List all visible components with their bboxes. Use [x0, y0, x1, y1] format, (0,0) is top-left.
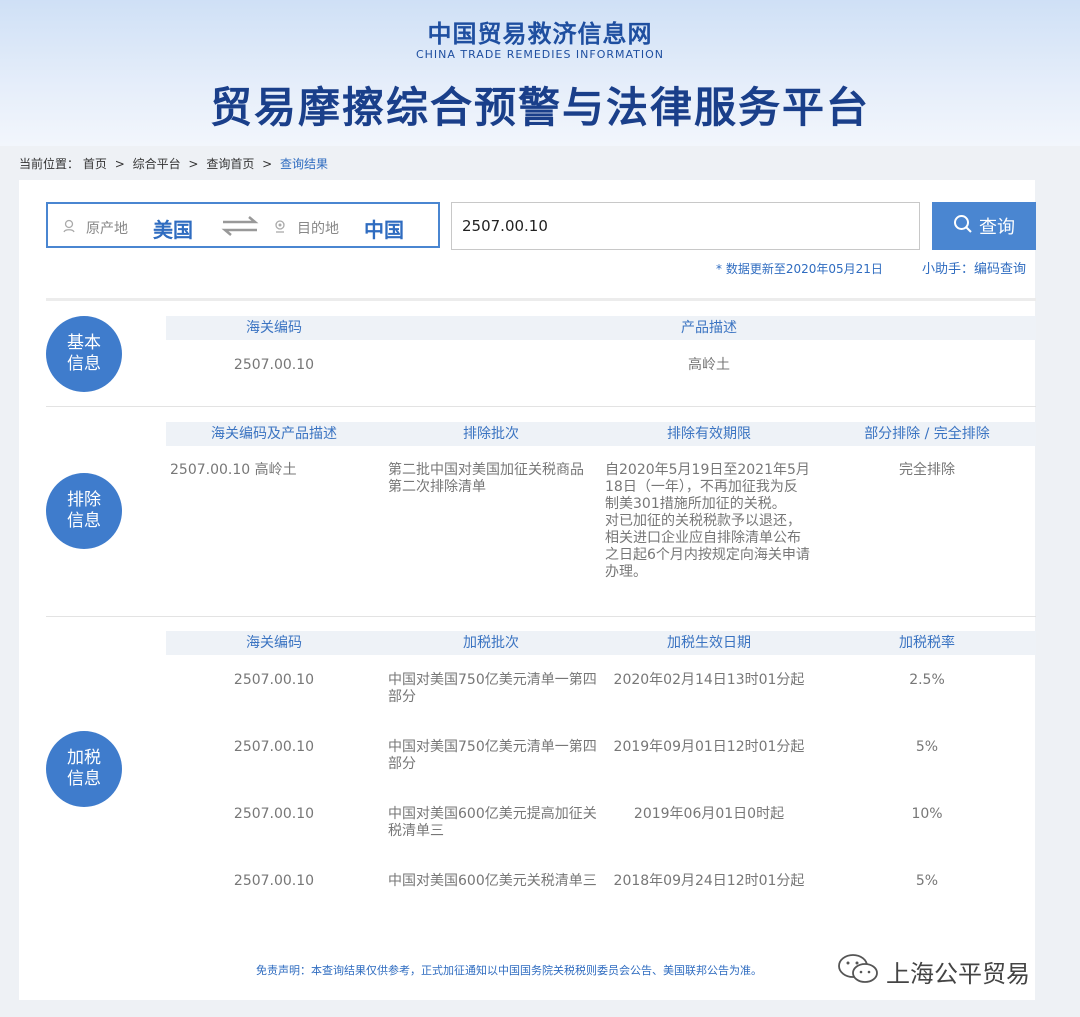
- breadcrumb: 当前位置： 首页 > 综合平台 > 查询首页 > 查询结果: [19, 155, 328, 172]
- column-header: 排除批次: [463, 426, 519, 442]
- breadcrumb-platform[interactable]: 综合平台: [133, 157, 181, 171]
- site-name[interactable]: 中国贸易救济信息网: [0, 14, 1080, 49]
- basic-table-header: 海关编码 产品描述: [166, 316, 1036, 340]
- tariff-code-cell: 2507.00.10: [233, 739, 315, 755]
- column-header: 排除有效期限: [667, 426, 751, 442]
- badge-line: 信息: [67, 511, 101, 531]
- tariff-info-badge: 加税 信息: [46, 731, 122, 807]
- section-divider: [46, 298, 1036, 301]
- basic-info-badge: 基本 信息: [46, 316, 122, 392]
- site-header: 中国贸易救济信息网 CHINA TRADE REMEDIES INFORMATI…: [0, 0, 1080, 146]
- watermark-text: 上海公平贸易: [886, 959, 1030, 988]
- tariff-batch-cell: 中国对美国750亿美元清单一第四 部分: [388, 672, 603, 706]
- badge-line: 信息: [67, 769, 101, 789]
- cell-line: 中国对美国750亿美元清单一第四: [388, 739, 597, 755]
- tariff-code-cell: 2507.00.10: [233, 873, 315, 889]
- tariff-date-cell: 2018年09月24日12时01分起: [613, 873, 805, 889]
- platform-title: 贸易摩擦综合预警与法律服务平台: [209, 83, 870, 132]
- column-header: 产品描述: [681, 320, 737, 336]
- exclusion-table-header: 海关编码及产品描述 排除批次 排除有效期限 部分排除 / 完全排除: [166, 422, 1036, 446]
- breadcrumb-separator: >: [262, 157, 273, 171]
- column-header: 加税生效日期: [667, 635, 751, 651]
- exclusion-code-desc-cell: 2507.00.10 高岭土: [170, 462, 297, 478]
- section-divider: [46, 616, 1036, 617]
- site-name-en: CHINA TRADE REMEDIES INFORMATION: [415, 48, 665, 61]
- basic-code-cell: 2507.00.10: [233, 357, 315, 373]
- tariff-date-cell: 2019年09月01日12时01分起: [613, 739, 805, 755]
- cell-line: 税清单三: [388, 823, 444, 839]
- data-update-note: * 数据更新至2020年05月21日: [716, 262, 883, 276]
- breadcrumb-home[interactable]: 首页: [83, 157, 107, 171]
- origin-destination-selector[interactable]: 原产地 美国 目的地 中国: [46, 202, 440, 248]
- basic-desc-cell: 高岭土: [688, 357, 730, 373]
- badge-line: 排除: [67, 490, 101, 510]
- cell-line: 之日起6个月内按规定向海关申请: [605, 547, 810, 563]
- badge-line: 基本: [67, 333, 101, 353]
- destination-label: 目的地: [297, 221, 339, 237]
- section-divider: [46, 406, 1036, 407]
- query-button-label: 查询: [979, 217, 1015, 238]
- cell-line: 自2020年5月19日至2021年5月: [605, 462, 810, 478]
- tariff-code-cell: 2507.00.10: [233, 672, 315, 688]
- cell-line: 部分: [388, 756, 416, 772]
- breadcrumb-separator: >: [188, 157, 199, 171]
- column-header: 海关编码及产品描述: [211, 426, 337, 442]
- column-header: 海关编码: [246, 320, 302, 336]
- search-icon: [953, 214, 973, 239]
- breadcrumb-query-home[interactable]: 查询首页: [206, 157, 254, 171]
- origin-value[interactable]: 美国: [153, 214, 193, 243]
- destination-value[interactable]: 中国: [364, 214, 404, 243]
- tariff-batch-cell: 中国对美国600亿美元关税清单三: [388, 873, 608, 890]
- origin-label: 原产地: [86, 221, 128, 237]
- exclusion-validity-cell: 自2020年5月19日至2021年5月 18日（一年），不再加征我为反 制美30…: [605, 462, 830, 581]
- target-icon: [273, 219, 287, 233]
- cell-line: 对已加征的关税税款予以退还，: [605, 513, 801, 529]
- watermark: 上海公平贸易: [836, 952, 1030, 990]
- tariff-rate-cell: 5%: [915, 873, 939, 889]
- tariff-rate-cell: 2.5%: [909, 672, 945, 688]
- tariff-rate-cell: 10%: [911, 806, 943, 822]
- query-button[interactable]: 查询: [932, 202, 1036, 250]
- hs-code-input[interactable]: 2507.00.10: [451, 202, 920, 250]
- exclusion-batch-cell: 第二批中国对美国加征关税商品 第二次排除清单: [388, 462, 603, 496]
- swap-arrows-icon[interactable]: [220, 214, 260, 238]
- breadcrumb-current: 查询结果: [280, 157, 329, 171]
- badge-line: 信息: [67, 354, 101, 374]
- tariff-code-cell: 2507.00.10: [233, 806, 315, 822]
- exclusion-type-cell: 完全排除: [899, 462, 955, 478]
- disclaimer: 免责声明：本查询结果仅供参考，正式加征通知以中国国务院关税税则委员会公告、美国联…: [256, 964, 762, 977]
- tariff-date-cell: 2019年06月01日0时起: [633, 806, 785, 822]
- breadcrumb-separator: >: [114, 157, 125, 171]
- tariff-date-cell: 2020年02月14日13时01分起: [613, 672, 805, 688]
- tariff-table-header: 海关编码 加税批次 加税生效日期 加税税率: [166, 631, 1036, 655]
- cell-line: 相关进口企业应自排除清单公布: [605, 530, 801, 546]
- cell-line: 18日（一年），不再加征我为反: [605, 479, 798, 495]
- cell-line: 中国对美国600亿美元提高加征关: [388, 806, 597, 822]
- cell-line: 部分: [388, 689, 416, 705]
- tariff-rate-cell: 5%: [915, 739, 939, 755]
- column-header: 部分排除 / 完全排除: [864, 426, 990, 442]
- tariff-batch-cell: 中国对美国750亿美元清单一第四 部分: [388, 739, 603, 773]
- wechat-icon: [836, 952, 880, 990]
- badge-line: 加税: [67, 748, 101, 768]
- breadcrumb-prefix: 当前位置：: [19, 157, 80, 171]
- cell-line: 第二批中国对美国加征关税商品: [388, 462, 584, 478]
- column-header: 海关编码: [246, 635, 302, 651]
- cell-line: 中国对美国600亿美元关税清单三: [388, 873, 597, 889]
- code-lookup-helper-link[interactable]: 小助手：编码查询: [922, 258, 1026, 277]
- tariff-batch-cell: 中国对美国600亿美元提高加征关 税清单三: [388, 806, 603, 840]
- cell-line: 第二次排除清单: [388, 479, 486, 495]
- location-icon: [62, 219, 76, 233]
- cell-line: 中国对美国750亿美元清单一第四: [388, 672, 597, 688]
- cell-line: 制美301措施所加征的关税。: [605, 496, 786, 512]
- cell-line: 办理。: [605, 564, 647, 580]
- column-header: 加税批次: [463, 635, 519, 651]
- exclusion-info-badge: 排除 信息: [46, 473, 122, 549]
- column-header: 加税税率: [899, 635, 955, 651]
